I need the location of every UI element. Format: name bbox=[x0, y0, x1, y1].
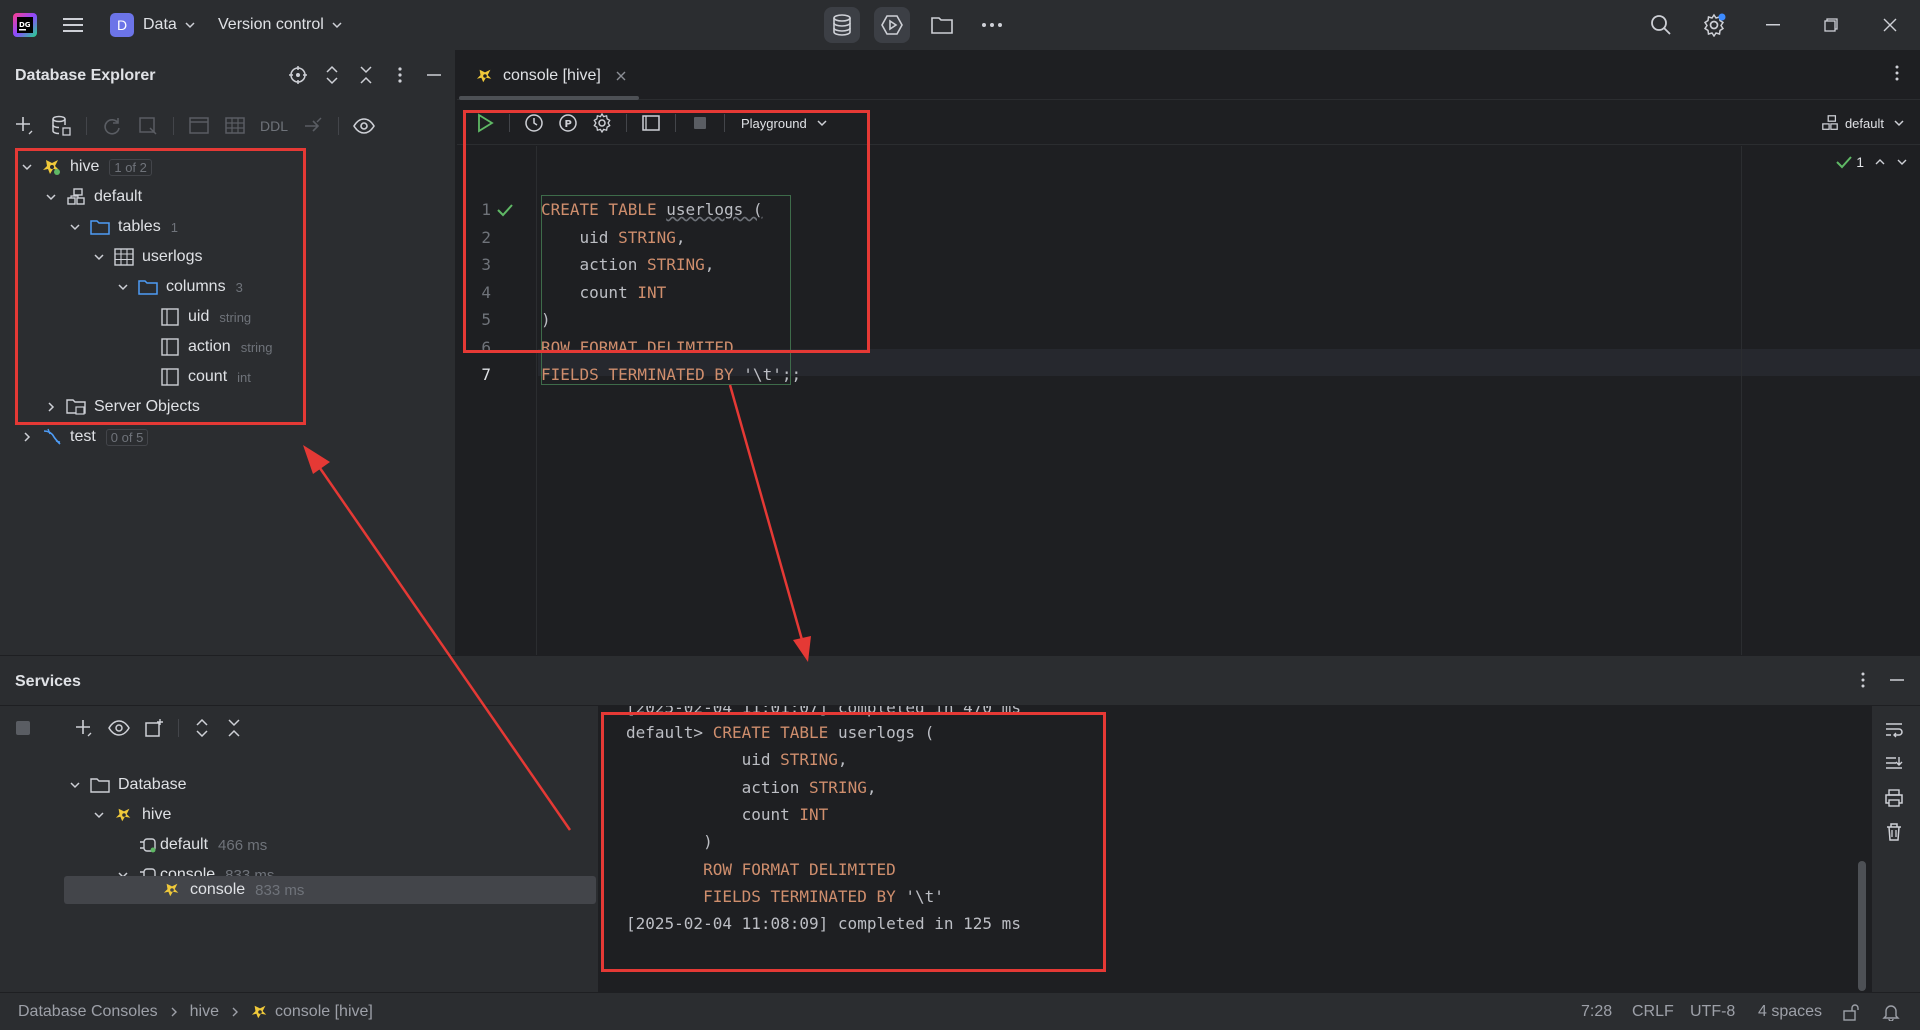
arrowhead-icon bbox=[303, 445, 330, 474]
arrowhead-icon bbox=[793, 636, 811, 662]
annotation-arrows bbox=[303, 384, 811, 831]
